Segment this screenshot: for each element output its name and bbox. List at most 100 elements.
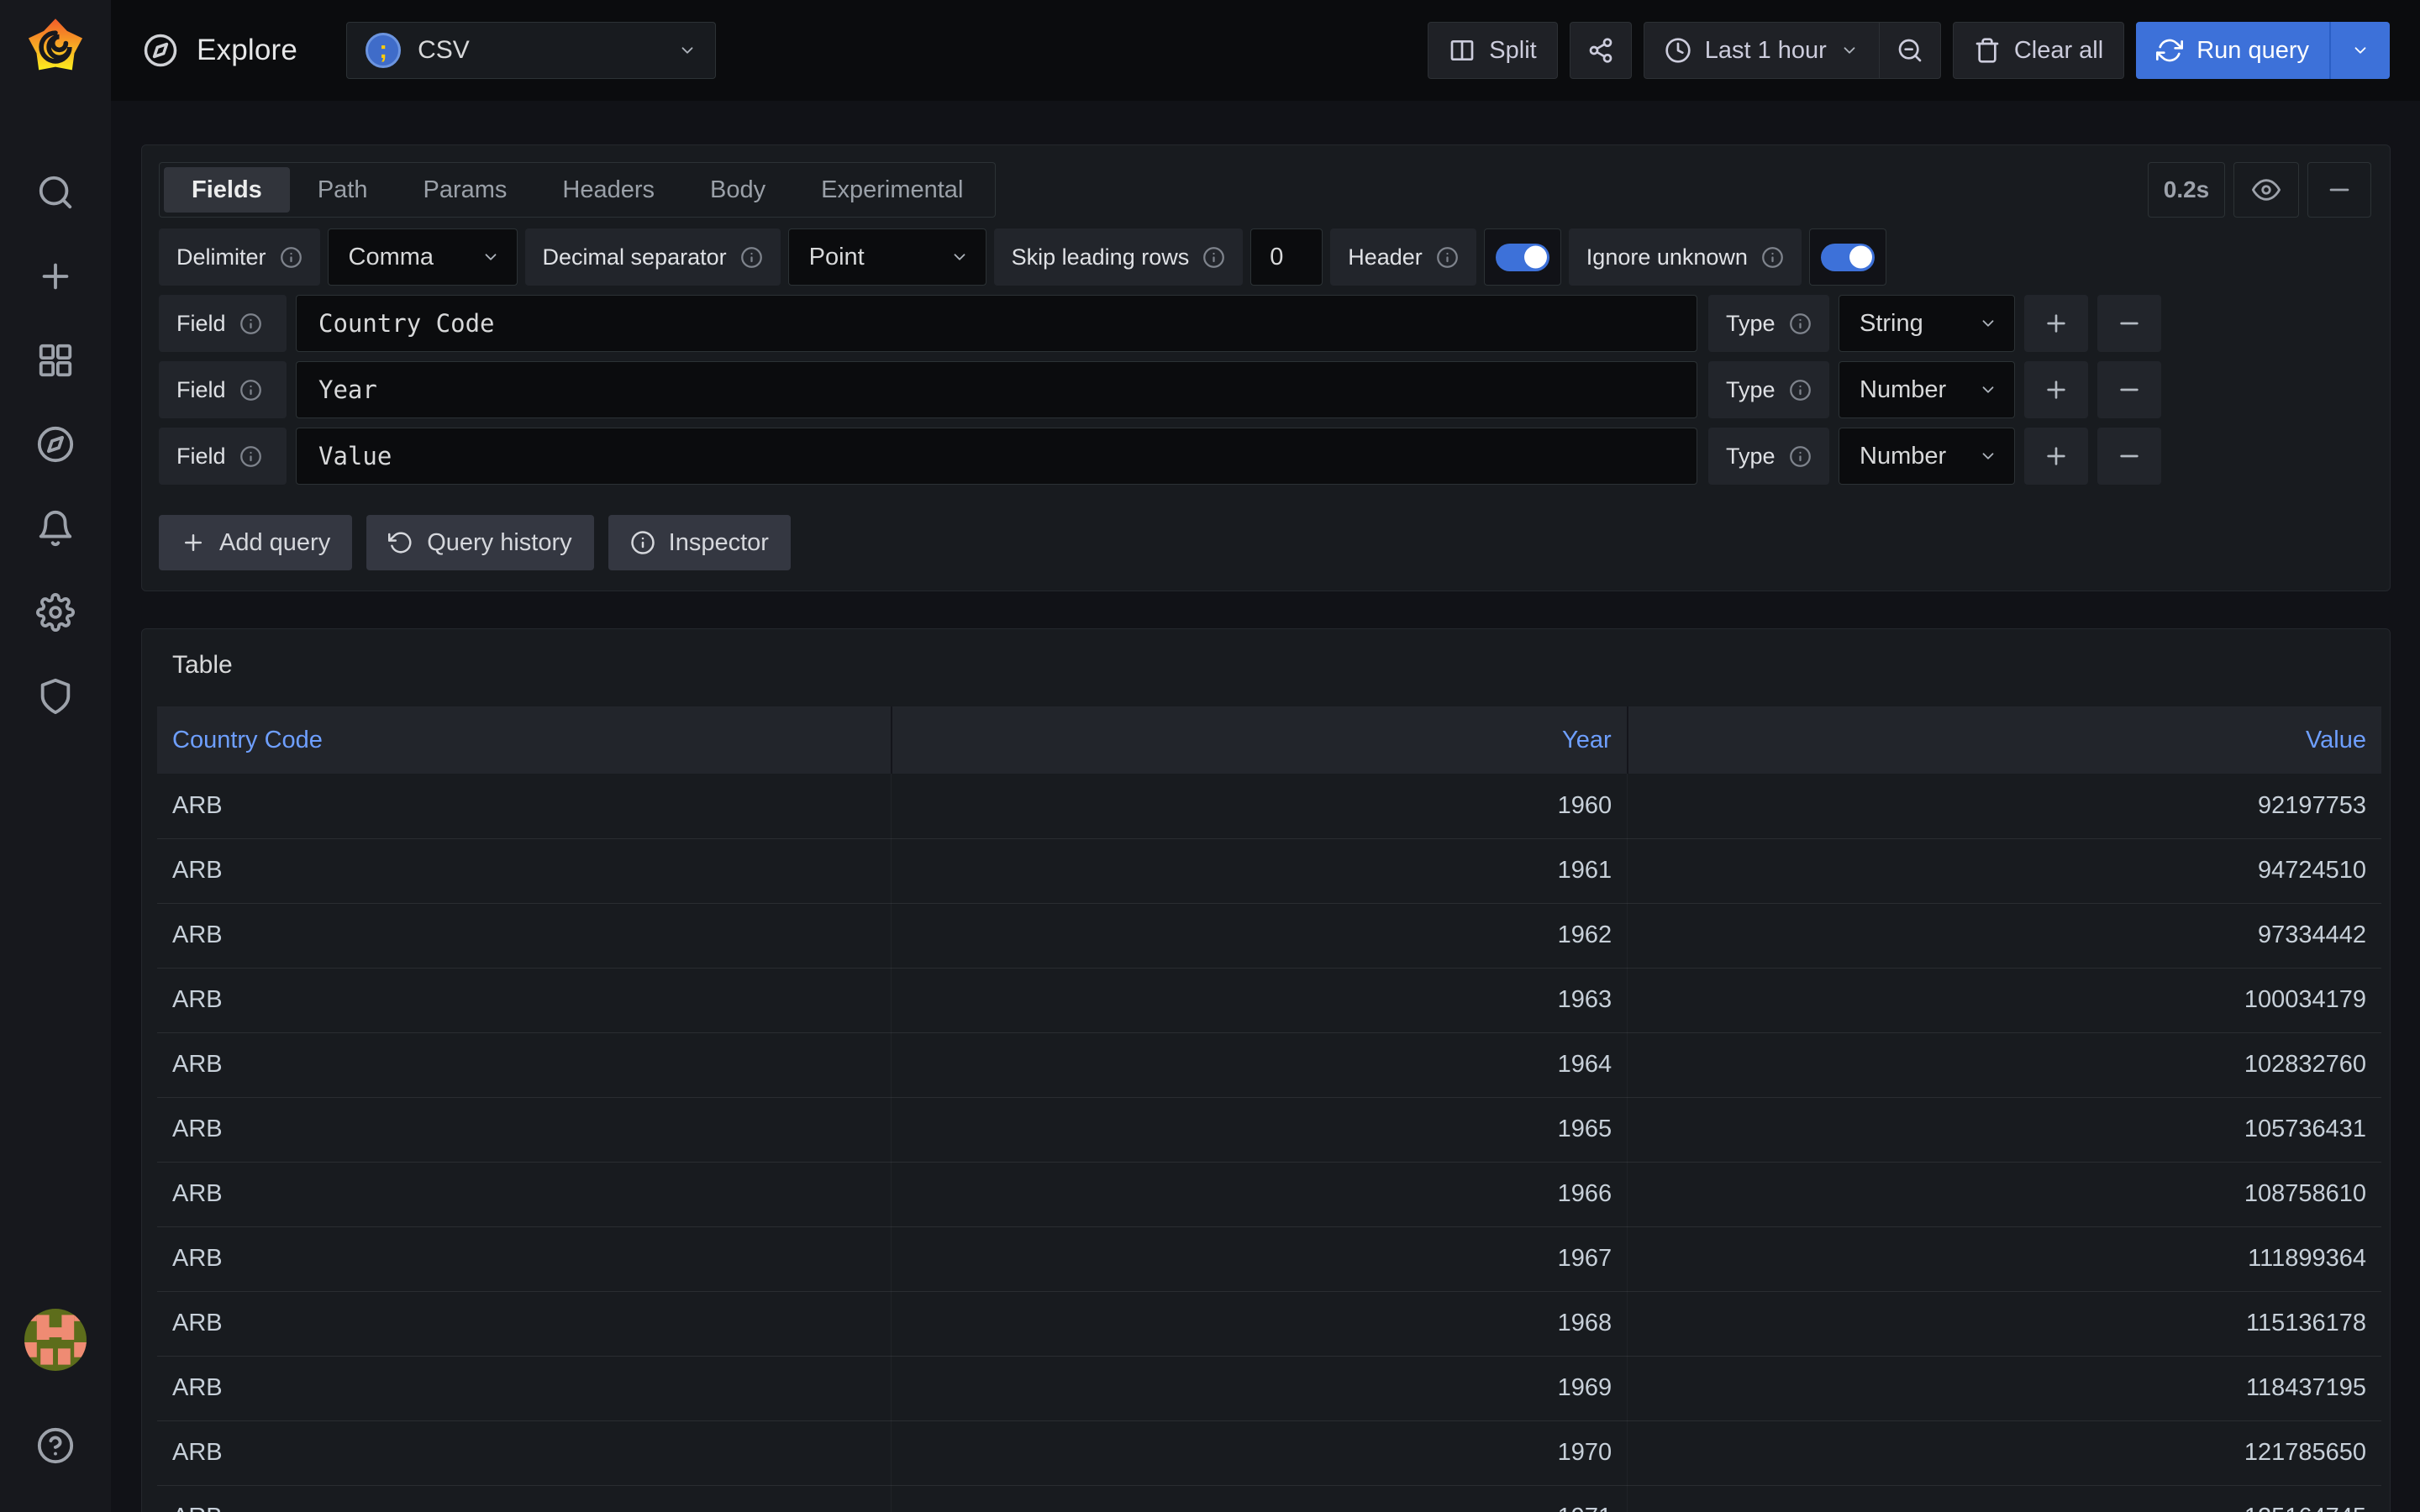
info-icon[interactable] bbox=[1761, 246, 1784, 269]
field-name-input[interactable] bbox=[296, 428, 1697, 485]
info-icon[interactable] bbox=[1202, 246, 1225, 269]
minus-icon bbox=[2116, 310, 2143, 337]
cell-value: 92197753 bbox=[1628, 774, 2381, 838]
field-label-text: Field bbox=[176, 311, 226, 337]
field-name-input[interactable] bbox=[296, 361, 1697, 418]
cell-year: 1971 bbox=[892, 1485, 1628, 1512]
remove-field-button[interactable] bbox=[2097, 361, 2161, 418]
sidebar-item-help[interactable] bbox=[36, 1426, 75, 1465]
disable-query-button[interactable] bbox=[2233, 162, 2299, 218]
add-query-button[interactable]: Add query bbox=[159, 515, 352, 570]
zoom-out-time-button[interactable] bbox=[1880, 22, 1941, 79]
info-icon[interactable] bbox=[280, 246, 302, 269]
cell-value: 100034179 bbox=[1628, 968, 2381, 1032]
share-button[interactable] bbox=[1570, 22, 1632, 79]
tab-experimental[interactable]: Experimental bbox=[793, 167, 991, 213]
info-icon[interactable] bbox=[239, 445, 262, 468]
editor-tabs: Fields Path Params Headers Body Experime… bbox=[159, 162, 996, 218]
delimiter-select[interactable]: Comma bbox=[328, 228, 518, 286]
tab-body[interactable]: Body bbox=[682, 167, 793, 213]
field-label: Field bbox=[159, 295, 287, 352]
cell-country-code: ARB bbox=[157, 1485, 892, 1512]
field-type-select[interactable]: Number bbox=[1839, 361, 2015, 418]
remove-query-button[interactable] bbox=[2307, 162, 2371, 218]
split-button[interactable]: Split bbox=[1428, 22, 1557, 79]
cell-value: 111899364 bbox=[1628, 1226, 2381, 1291]
field-type-select[interactable]: Number bbox=[1839, 428, 2015, 485]
column-header-value[interactable]: Value bbox=[1628, 706, 2381, 774]
info-icon[interactable] bbox=[1436, 246, 1459, 269]
field-type-select[interactable]: String bbox=[1839, 295, 2015, 352]
cell-country-code: ARB bbox=[157, 774, 892, 838]
table-row: ARB 1971 125164745 bbox=[157, 1485, 2381, 1512]
cell-year: 1967 bbox=[892, 1226, 1628, 1291]
plus-icon bbox=[181, 530, 206, 555]
remove-field-button[interactable] bbox=[2097, 295, 2161, 352]
history-icon bbox=[388, 530, 413, 555]
tab-params[interactable]: Params bbox=[395, 167, 534, 213]
ignore-unknown-toggle[interactable] bbox=[1809, 228, 1886, 286]
share-icon bbox=[1587, 37, 1614, 64]
query-history-button[interactable]: Query history bbox=[366, 515, 593, 570]
cell-value: 105736431 bbox=[1628, 1097, 2381, 1162]
cell-value: 108758610 bbox=[1628, 1162, 2381, 1226]
tab-path[interactable]: Path bbox=[290, 167, 396, 213]
add-field-button[interactable] bbox=[2024, 295, 2088, 352]
info-icon[interactable] bbox=[239, 379, 262, 402]
remove-field-button[interactable] bbox=[2097, 428, 2161, 485]
type-label: Type bbox=[1708, 361, 1829, 418]
table-row: ARB 1968 115136178 bbox=[157, 1291, 2381, 1356]
apps-grid-icon bbox=[36, 341, 75, 380]
type-label-text: Type bbox=[1726, 377, 1776, 403]
cell-year: 1969 bbox=[892, 1356, 1628, 1420]
header-toggle[interactable] bbox=[1484, 228, 1561, 286]
skip-leading-rows-input[interactable] bbox=[1250, 228, 1323, 286]
grafana-app: Explore ; CSV Split bbox=[0, 0, 2420, 1512]
decimal-separator-label-text: Decimal separator bbox=[543, 244, 727, 270]
column-header-year[interactable]: Year bbox=[892, 706, 1628, 774]
decimal-separator-select[interactable]: Point bbox=[788, 228, 986, 286]
sidebar-item-configuration[interactable] bbox=[36, 593, 75, 632]
cell-year: 1964 bbox=[892, 1032, 1628, 1097]
chevron-down-icon bbox=[2351, 41, 2370, 60]
chevron-down-icon bbox=[678, 41, 697, 60]
chevron-down-icon bbox=[1979, 314, 1997, 333]
sidebar-item-search[interactable] bbox=[36, 173, 75, 212]
info-icon[interactable] bbox=[740, 246, 763, 269]
chevron-down-icon bbox=[1979, 381, 1997, 399]
add-field-button[interactable] bbox=[2024, 361, 2088, 418]
time-picker-button[interactable]: Last 1 hour bbox=[1644, 22, 1880, 79]
main-area: Explore ; CSV Split bbox=[111, 0, 2420, 1512]
sidebar-item-alerting[interactable] bbox=[36, 509, 75, 548]
field-name-input[interactable] bbox=[296, 295, 1697, 352]
add-field-button[interactable] bbox=[2024, 428, 2088, 485]
tab-headers[interactable]: Headers bbox=[534, 167, 682, 213]
run-query-button[interactable]: Run query bbox=[2136, 22, 2329, 79]
table-row: ARB 1967 111899364 bbox=[157, 1226, 2381, 1291]
tab-fields[interactable]: Fields bbox=[164, 167, 290, 213]
table-row: ARB 1970 121785650 bbox=[157, 1420, 2381, 1485]
datasource-picker[interactable]: ; CSV bbox=[346, 22, 716, 79]
cell-year: 1968 bbox=[892, 1291, 1628, 1356]
cell-value: 102832760 bbox=[1628, 1032, 2381, 1097]
sidebar-item-server-admin[interactable] bbox=[36, 677, 75, 716]
sidebar-item-dashboards[interactable] bbox=[36, 341, 75, 380]
info-icon[interactable] bbox=[1789, 445, 1812, 468]
table-panel-title: Table bbox=[172, 651, 2390, 706]
info-icon[interactable] bbox=[239, 312, 262, 335]
column-header-country-code[interactable]: Country Code bbox=[157, 706, 892, 774]
user-avatar[interactable] bbox=[24, 1309, 87, 1371]
chevron-down-icon bbox=[950, 248, 969, 266]
clear-all-button[interactable]: Clear all bbox=[1953, 22, 2124, 79]
info-icon[interactable] bbox=[1789, 379, 1812, 402]
inspector-button[interactable]: Inspector bbox=[608, 515, 791, 570]
run-query-dropdown-button[interactable] bbox=[2329, 22, 2390, 79]
time-picker-group: Last 1 hour bbox=[1644, 22, 1941, 79]
field-type-value: String bbox=[1860, 310, 1923, 338]
table-row: ARB 1963 100034179 bbox=[157, 968, 2381, 1032]
grafana-logo[interactable] bbox=[24, 15, 87, 79]
info-icon[interactable] bbox=[1789, 312, 1812, 335]
sidebar-item-explore[interactable] bbox=[36, 425, 75, 464]
cell-year: 1970 bbox=[892, 1420, 1628, 1485]
sidebar-item-create[interactable] bbox=[36, 257, 75, 296]
